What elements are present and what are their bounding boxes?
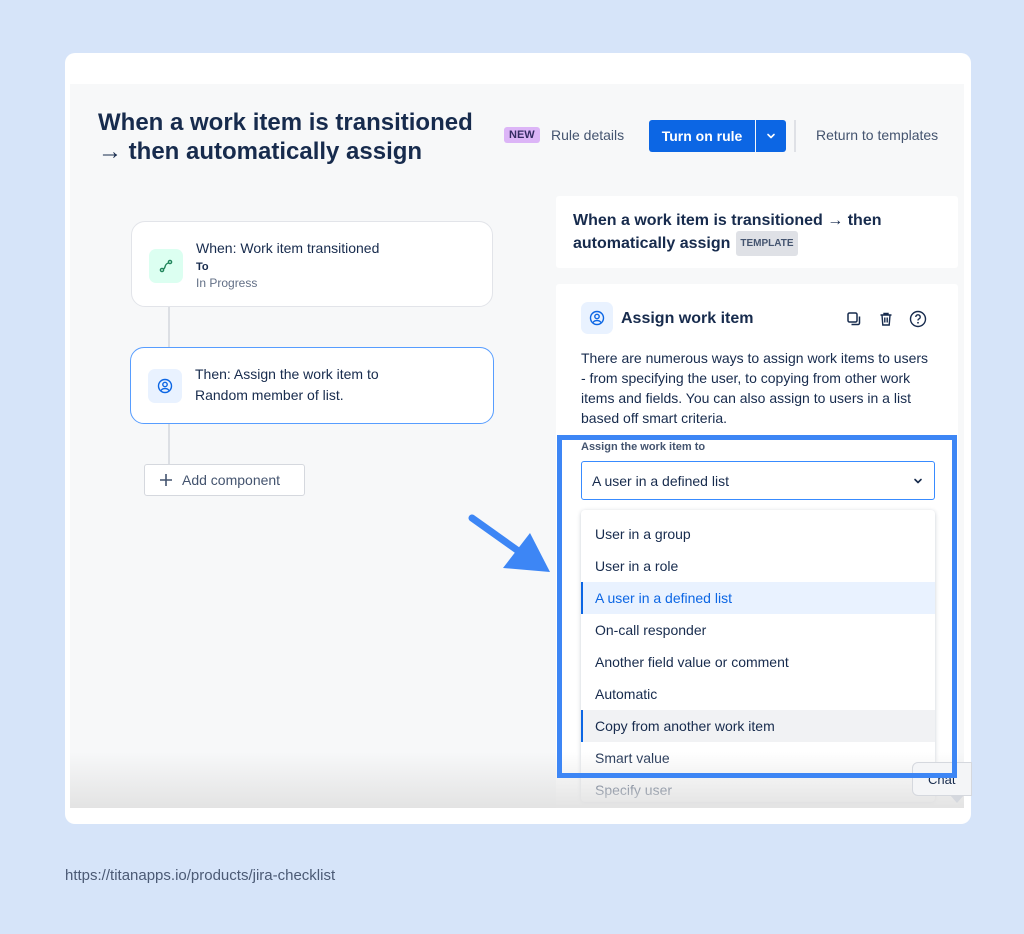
user-circle-icon	[148, 369, 182, 403]
automation-editor: When a work item is transitioned → then …	[70, 84, 964, 808]
option-user-in-role[interactable]: User in a role	[581, 550, 935, 582]
component-config-panel: Assign work item There are numerous ways…	[556, 284, 958, 808]
chat-button[interactable]: Chat	[912, 762, 972, 796]
chat-bubble-tail	[950, 795, 964, 803]
trigger-node-text: When: Work item transitioned To In Progr…	[196, 238, 379, 291]
source-url: https://titanapps.io/products/jira-check…	[65, 867, 336, 884]
template-tag: TEMPLATE	[736, 231, 798, 256]
user-circle-icon	[581, 302, 613, 334]
option-smart-value[interactable]: Smart value	[581, 742, 935, 774]
trigger-node[interactable]: When: Work item transitioned To In Progr…	[131, 221, 493, 307]
option-on-call-responder[interactable]: On-call responder	[581, 614, 935, 646]
flow-connector	[168, 424, 170, 464]
option-automatic[interactable]: Automatic	[581, 678, 935, 710]
turn-on-rule-button[interactable]: Turn on rule	[649, 120, 755, 152]
add-component-label: Add component	[182, 472, 281, 488]
assign-select[interactable]: A user in a defined list	[581, 461, 935, 500]
rule-summary-card: When a work item is transitioned → then …	[556, 196, 958, 268]
rule-details-link[interactable]: Rule details	[551, 127, 624, 143]
page-title: When a work item is transitioned → then …	[98, 108, 473, 166]
action-title: Then: Assign the work item to Random mem…	[195, 366, 379, 403]
page-title-line-1: When a work item is transitioned	[98, 109, 473, 136]
new-badge: NEW	[504, 127, 540, 143]
chevron-down-icon	[767, 133, 775, 139]
turn-on-rule-menu-button[interactable]	[756, 120, 786, 152]
transition-icon	[149, 249, 183, 283]
option-copy-from-work-item[interactable]: Copy from another work item	[581, 710, 935, 742]
chevron-down-icon	[914, 478, 922, 483]
trigger-sub-label: To	[196, 261, 209, 273]
component-description: There are numerous ways to assign work i…	[581, 350, 929, 426]
trash-icon[interactable]	[877, 310, 895, 328]
option-user-in-group[interactable]: User in a group	[581, 518, 935, 550]
assign-select-value: A user in a defined list	[592, 472, 729, 489]
trigger-sub-value: In Progress	[196, 276, 258, 290]
page-title-line-2: → then automatically assign	[98, 138, 423, 165]
component-title: Assign work item	[621, 310, 754, 327]
plus-icon	[160, 474, 172, 486]
option-specify-user[interactable]: Specify user	[581, 774, 935, 802]
add-component-button[interactable]: Add component	[144, 464, 305, 496]
assign-options-menu: User in a group User in a role A user in…	[581, 510, 935, 802]
option-user-in-defined-list[interactable]: A user in a defined list	[581, 582, 935, 614]
duplicate-icon[interactable]	[845, 310, 863, 328]
help-icon[interactable]	[909, 310, 927, 328]
trigger-title: When: Work item transitioned	[196, 240, 380, 256]
rule-summary-title: When a work item is transitioned → then …	[573, 212, 882, 252]
option-another-field-value[interactable]: Another field value or comment	[581, 646, 935, 678]
flow-connector	[168, 307, 170, 347]
action-node[interactable]: Then: Assign the work item to Random mem…	[130, 347, 494, 424]
return-to-templates-link[interactable]: Return to templates	[816, 127, 938, 143]
header-divider	[794, 120, 796, 152]
assign-field-label: Assign the work item to	[581, 441, 706, 453]
